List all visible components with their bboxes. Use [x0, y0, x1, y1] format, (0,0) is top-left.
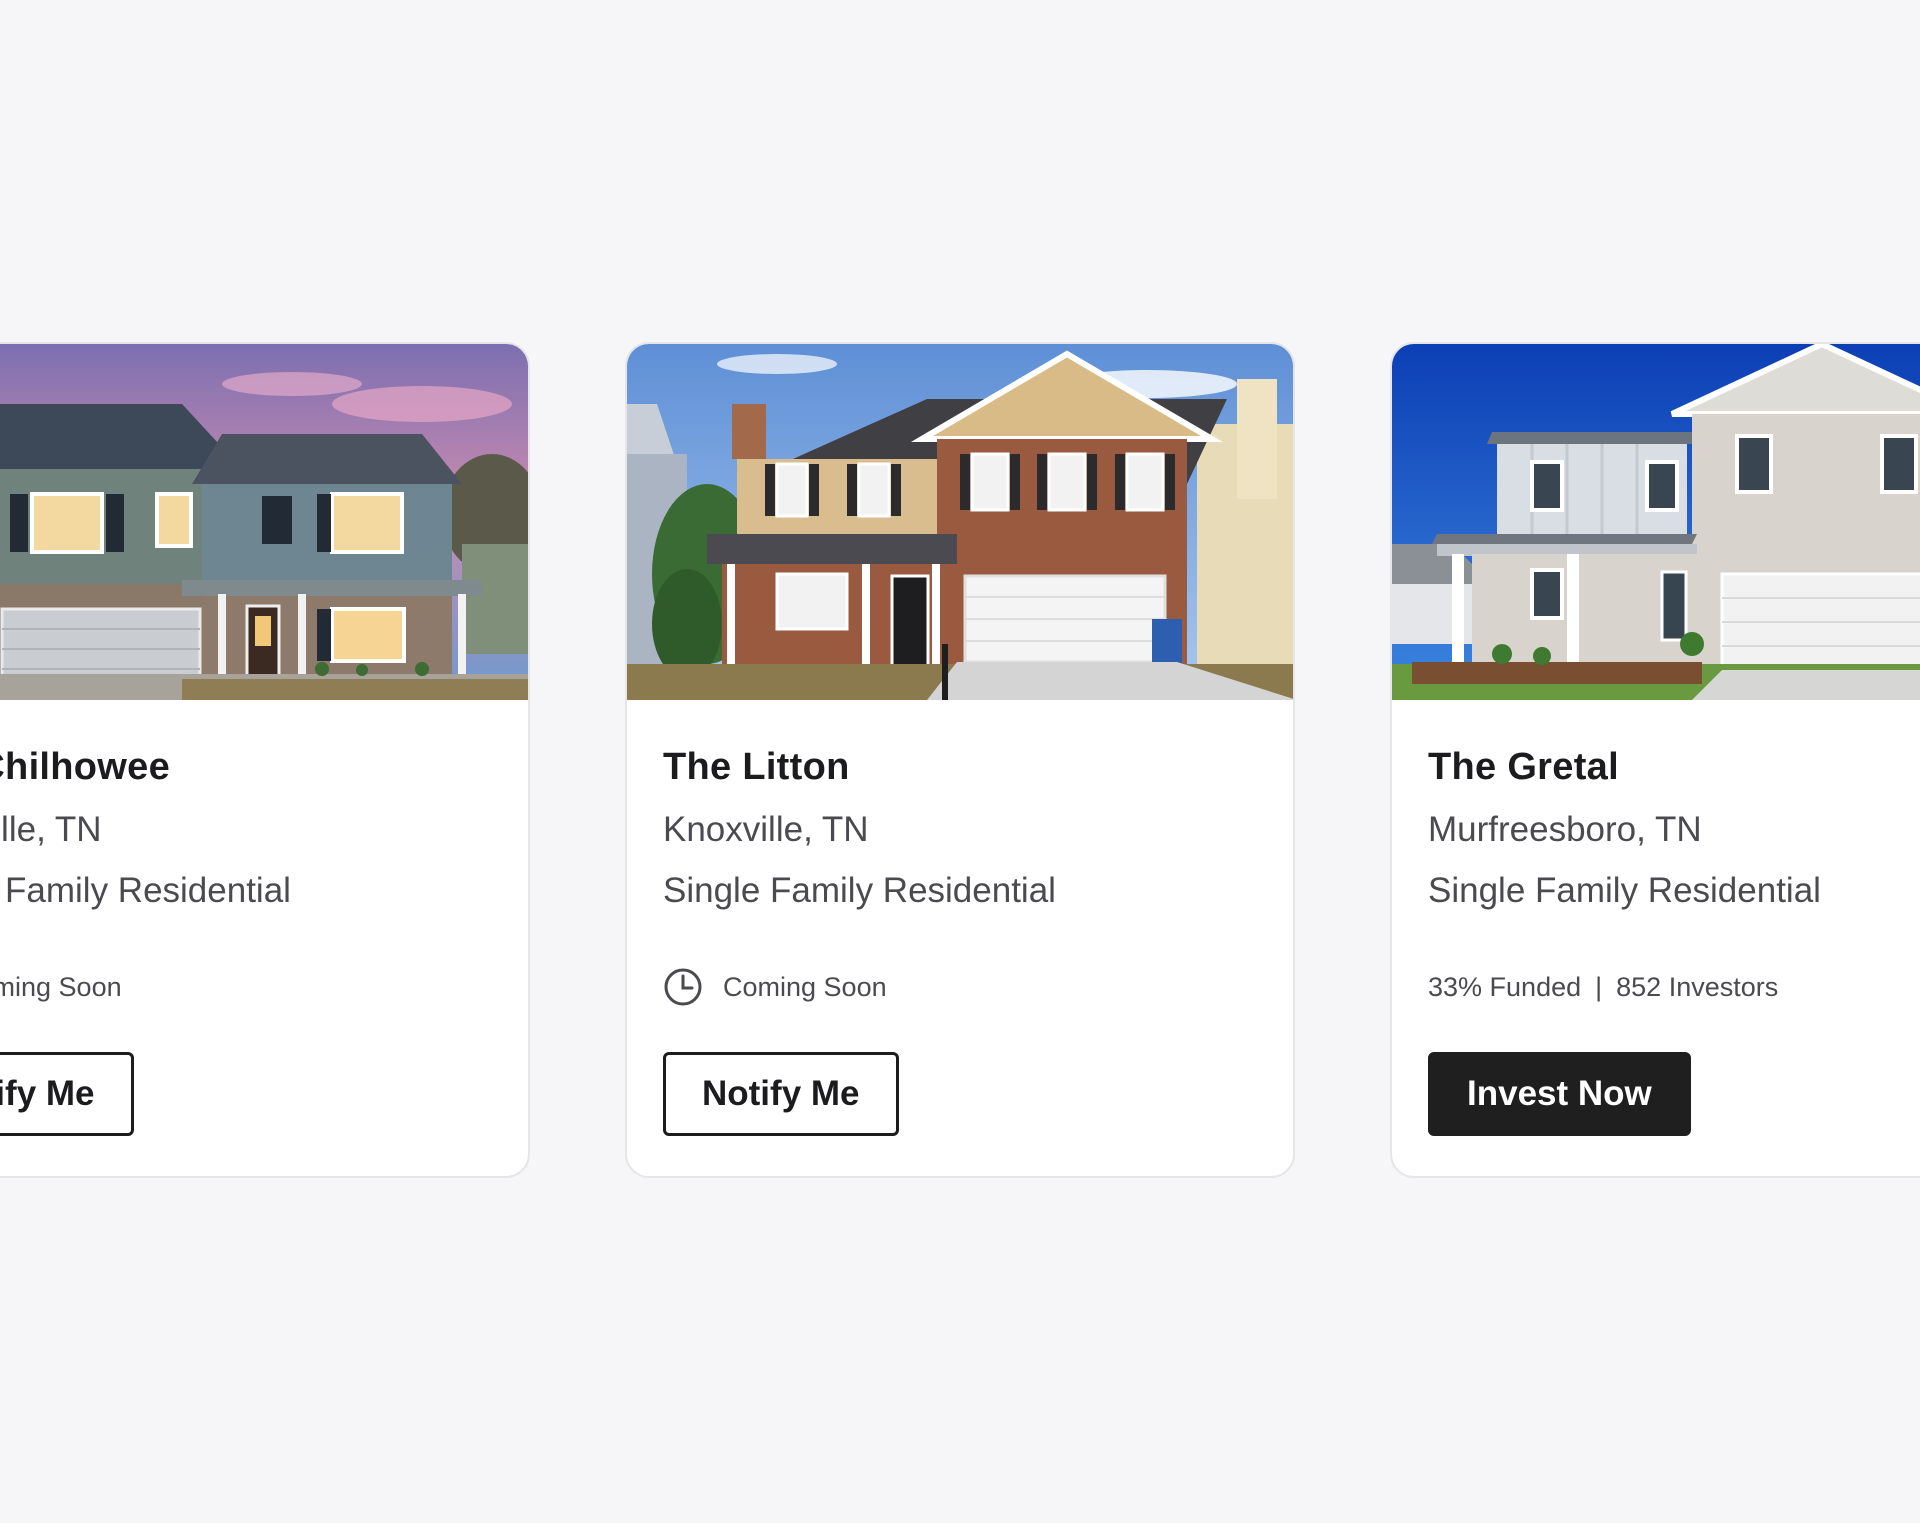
property-status: Coming Soon	[663, 965, 887, 1009]
investor-count: 852 Investors	[1616, 971, 1779, 1002]
clock-icon	[663, 967, 703, 1007]
separator: |	[1595, 971, 1603, 1002]
property-type: Single Family Residential	[1428, 871, 1821, 910]
property-card-chilhowee[interactable]: The Chilhowee Maryville, TN Single Famil…	[0, 342, 530, 1178]
property-title: The Chilhowee	[0, 746, 171, 788]
property-status: Coming Soon	[0, 965, 122, 1009]
property-title: The Litton	[663, 746, 850, 788]
property-title: The Gretal	[1428, 746, 1619, 788]
funding-status: 33% Funded | 852 Investors	[1428, 965, 1778, 1009]
property-photo[interactable]	[627, 344, 1293, 700]
property-type: Single Family Residential	[0, 871, 291, 910]
status-text: Coming Soon	[723, 971, 887, 1002]
property-type: Single Family Residential	[663, 871, 1056, 910]
notify-me-button[interactable]: Notify Me	[663, 1052, 899, 1136]
property-photo[interactable]	[0, 344, 528, 700]
property-location: Knoxville, TN	[663, 810, 869, 849]
status-text: Coming Soon	[0, 971, 122, 1002]
property-photo[interactable]	[1392, 344, 1920, 700]
invest-now-button[interactable]: Invest Now	[1428, 1052, 1691, 1136]
property-location: Murfreesboro, TN	[1428, 810, 1702, 849]
property-card-litton[interactable]: The Litton Knoxville, TN Single Family R…	[625, 342, 1295, 1178]
funded-percent: 33% Funded	[1428, 971, 1582, 1002]
property-card-gretal[interactable]: The Gretal Murfreesboro, TN Single Famil…	[1390, 342, 1920, 1178]
notify-me-button[interactable]: Notify Me	[0, 1052, 134, 1136]
property-location: Maryville, TN	[0, 810, 102, 849]
property-carousel: The Chilhowee Maryville, TN Single Famil…	[0, 0, 1920, 1523]
